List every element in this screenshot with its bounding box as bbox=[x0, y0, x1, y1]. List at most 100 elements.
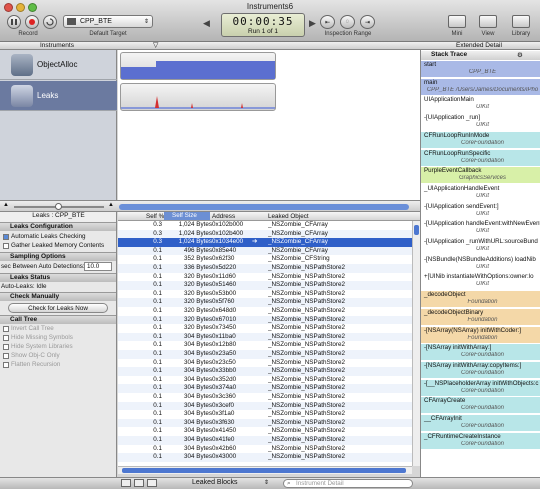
flatten-recursion-checkbox[interactable]: Flatten Recursion bbox=[3, 361, 60, 368]
table-row[interactable]: 0.1 320 Bytes 0x11d60 _NSZombie_NSPathStore… bbox=[118, 272, 412, 282]
stack-frame[interactable]: CFRunLoopRunInMode bbox=[421, 131, 540, 140]
table-row[interactable]: 0.1 304 Bytes 0x23a50 _NSZombie_NSPathStore… bbox=[118, 350, 412, 359]
stack-frame[interactable]: _UIApplicationHandleEvent bbox=[421, 184, 540, 193]
stack-frame[interactable]: CFRunLoopRunSpecific bbox=[421, 149, 540, 158]
stack-frame[interactable]: -[__NSPlaceholderArray initWithObjects:c bbox=[421, 379, 540, 388]
automatic-leaks-checkbox[interactable]: Automatic Leaks Checking bbox=[3, 233, 86, 240]
table-row[interactable]: 0.1 320 Bytes 0x51460 _NSZombie_NSPathStore… bbox=[118, 281, 412, 290]
horizontal-scroll-thumb[interactable] bbox=[122, 468, 406, 473]
table-row[interactable]: 0.1 304 Bytes 0x352d0 _NSZombie_NSPathStore… bbox=[118, 375, 412, 385]
focus-arrow-icon[interactable]: ➔ bbox=[252, 238, 257, 247]
view-button[interactable] bbox=[479, 15, 497, 28]
view-selector[interactable]: Leaked Blocks bbox=[192, 479, 238, 486]
stack-frame[interactable]: __CFArrayInit bbox=[421, 415, 540, 423]
table-row[interactable]: 0.1 304 Bytes 0x41450 _NSZombie_NSPathStore… bbox=[118, 427, 412, 436]
table-row[interactable]: 0.1 304 Bytes 0x41fe0 _NSZombie_NSPathStore… bbox=[118, 436, 412, 445]
playhead-icon[interactable]: ▽ bbox=[153, 41, 158, 49]
console-view-icon[interactable] bbox=[147, 479, 157, 487]
table-row[interactable]: 0.1 304 Bytes 0x12b80 _NSZombie_NSPathStore… bbox=[118, 341, 412, 350]
table-row[interactable]: 0.1 304 Bytes 0x374a0 _NSZombie_NSPathStore… bbox=[118, 384, 412, 393]
stack-frame[interactable]: -[NSArray initWithArray:copyItems:] bbox=[421, 361, 540, 370]
table-row[interactable]: 0.3 1,024 Bytes 0x102b400 _NSZombie_CFArray bbox=[118, 229, 412, 239]
col-self-size[interactable]: Self Size bbox=[164, 212, 210, 220]
table-row[interactable]: 0.1 304 Bytes 0x23c50 _NSZombie_NSPathStore… bbox=[118, 358, 412, 368]
table-row[interactable]: 0.1 304 Bytes 0x3f630 _NSZombie_NSPathStore… bbox=[118, 418, 412, 428]
sampling-options-header[interactable]: Sampling Options bbox=[0, 252, 116, 261]
call-tree-view-icon[interactable] bbox=[134, 479, 144, 487]
mini-button[interactable] bbox=[448, 15, 466, 28]
table-row[interactable]: 0.1 320 Bytes 0x73450 _NSZombie_NSPathStore… bbox=[118, 324, 412, 333]
gear-icon[interactable]: ⚙ bbox=[517, 51, 523, 59]
inspection-end-button[interactable]: ⇥ bbox=[360, 15, 375, 29]
table-row[interactable]: 0.1 304 Bytes 0x3cef0 _NSZombie_NSPathStore… bbox=[118, 401, 412, 411]
col-address[interactable]: Address bbox=[212, 213, 235, 220]
show-objc-only-checkbox[interactable]: Show Obj-C Only bbox=[3, 352, 60, 359]
invert-call-tree-checkbox[interactable]: Invert Call Tree bbox=[3, 325, 54, 332]
inspection-clear-button[interactable]: ◌ bbox=[340, 15, 355, 29]
zoom-out-icon[interactable]: ▲ bbox=[3, 202, 9, 208]
zoom-slider-knob[interactable] bbox=[55, 203, 62, 210]
gather-leaked-memory-checkbox[interactable]: Gather Leaked Memory Contents bbox=[3, 242, 104, 249]
stack-frame[interactable]: _decodeObjectBinary bbox=[421, 308, 540, 317]
stack-frame[interactable]: -[NSBundle(NSBundleAdditions) loadNib bbox=[421, 255, 540, 264]
table-row[interactable]: 0.1 320 Bytes 0x67010 _NSZombie_NSPathStore… bbox=[118, 315, 412, 325]
target-popup[interactable]: CPP_BTE ⇕ bbox=[63, 15, 153, 28]
table-row[interactable]: 0.1 496 Bytes 0x85e40 _NSZombie_CFArray bbox=[118, 246, 412, 256]
table-row[interactable]: 0.1 320 Bytes 0x53b00 _NSZombie_NSPathStore… bbox=[118, 289, 412, 299]
pause-button[interactable] bbox=[7, 15, 21, 29]
inspection-start-button[interactable]: ⇤ bbox=[320, 15, 335, 29]
table-row[interactable]: 0.1 352 Bytes 0x62f30 _NSZombie_CFString bbox=[118, 255, 412, 264]
table-row[interactable]: 0.1 320 Bytes 0x648d0 _NSZombie_NSPathStore… bbox=[118, 307, 412, 316]
hide-missing-symbols-checkbox[interactable]: Hide Missing Symbols bbox=[3, 334, 73, 341]
record-button[interactable] bbox=[25, 15, 39, 29]
table-row[interactable]: 0.1 304 Bytes 0x33bb0 _NSZombie_NSPathStore… bbox=[118, 367, 412, 376]
stack-frame[interactable]: CFArrayCreate bbox=[421, 397, 540, 406]
hide-system-libraries-checkbox[interactable]: Hide System Libraries bbox=[3, 343, 73, 350]
stack-frame[interactable]: start bbox=[421, 61, 540, 69]
track-horizontal-scrollbar[interactable] bbox=[119, 204, 409, 210]
stack-trace-header[interactable]: Stack Trace ⚙ bbox=[421, 51, 540, 60]
library-button[interactable] bbox=[512, 15, 530, 28]
stack-frame[interactable]: -[UIApplication sendEvent:] bbox=[421, 202, 540, 211]
call-tree-header[interactable]: Call Tree bbox=[0, 315, 116, 324]
table-row[interactable]: 0.1 336 Bytes 0x5d220 _NSZombie_NSPathStore… bbox=[118, 264, 412, 273]
col-self-pct[interactable]: Self % bbox=[146, 213, 164, 220]
stack-frame[interactable]: -[NSArray(NSArray) initWithCoder:] bbox=[421, 326, 540, 335]
table-row[interactable]: 0.1 304 Bytes 0x43000 _NSZombie_NSPathStore… bbox=[118, 453, 412, 462]
stack-frame[interactable]: -[UIApplication _runWithURL:sourceBund bbox=[421, 238, 540, 246]
instrument-row-objectalloc[interactable]: ObjectAlloc bbox=[0, 50, 117, 80]
leaks-configuration-header[interactable]: Leaks Configuration bbox=[0, 222, 116, 231]
table-horizontal-scrollbar[interactable] bbox=[118, 466, 412, 474]
stack-frame[interactable]: main bbox=[421, 78, 540, 87]
check-manually-header[interactable]: Check Manually bbox=[0, 292, 116, 301]
next-run-icon[interactable]: ▶ bbox=[309, 18, 316, 29]
table-row[interactable]: 0.1 320 Bytes 0x5f760 _NSZombie_NSPathStore… bbox=[118, 298, 412, 307]
close-icon[interactable] bbox=[4, 3, 13, 12]
table-vertical-scrollbar[interactable] bbox=[412, 221, 420, 466]
sec-between-input[interactable]: 10.0 bbox=[84, 262, 112, 271]
view-selector-arrows-icon[interactable]: ⇕ bbox=[264, 479, 269, 486]
stack-frame[interactable]: _CFRuntimeCreateInstance bbox=[421, 432, 540, 441]
stack-frame[interactable]: -[UIApplication handleEvent:withNewEvent… bbox=[421, 220, 540, 229]
instrument-detail-search[interactable]: ⌕ Instrument Detail bbox=[283, 479, 413, 488]
track-area[interactable] bbox=[118, 50, 420, 200]
leaks-status-header[interactable]: Leaks Status bbox=[0, 273, 116, 282]
outline-view-icon[interactable] bbox=[121, 479, 131, 487]
minimize-icon[interactable] bbox=[16, 3, 25, 12]
restart-button[interactable] bbox=[43, 15, 57, 29]
prev-run-icon[interactable]: ◀ bbox=[203, 18, 210, 29]
stack-frame[interactable]: UIApplicationMain bbox=[421, 96, 540, 105]
check-for-leaks-button[interactable]: Check for Leaks Now bbox=[8, 303, 108, 313]
stack-frame[interactable]: _decodeObject bbox=[421, 291, 540, 300]
stack-frame[interactable]: -[UIApplication _run] bbox=[421, 114, 540, 123]
table-row[interactable]: 0.3 1,024 Bytes 0x1034e00 _NSZombie_CFArray… bbox=[118, 238, 412, 247]
stack-frame[interactable]: PurpleEventCallback bbox=[421, 167, 540, 176]
table-row[interactable]: 0.1 304 Bytes 0x42b60 _NSZombie_NSPathStore… bbox=[118, 444, 412, 454]
zoom-in-icon[interactable]: ▲ bbox=[108, 202, 114, 208]
table-row[interactable]: 0.1 304 Bytes 0x3c360 _NSZombie_NSPathStore… bbox=[118, 393, 412, 402]
stack-frame[interactable]: -[NSArray initWithArray:] bbox=[421, 344, 540, 353]
stack-frame[interactable]: +[UINib instantiateWithOptions:owner:lo bbox=[421, 273, 540, 282]
table-row[interactable]: 0.3 1,024 Bytes 0x102b000 _NSZombie_CFArray bbox=[118, 221, 412, 230]
instrument-row-leaks[interactable]: Leaks bbox=[0, 81, 117, 111]
zoom-icon[interactable] bbox=[28, 3, 37, 12]
